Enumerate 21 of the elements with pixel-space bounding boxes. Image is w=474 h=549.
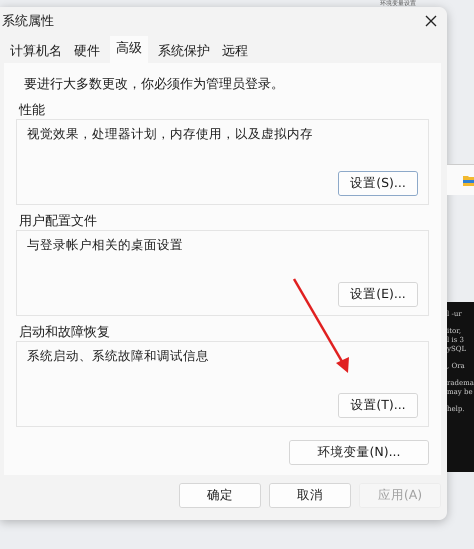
window-title: 系统属性	[2, 13, 54, 30]
tab[interactable]: 高级	[110, 36, 148, 63]
settings-button[interactable]: 设置(T)...	[338, 393, 418, 418]
folder-icon	[463, 174, 474, 186]
group-title: 启动和故障恢复	[19, 324, 111, 341]
group-description: 系统启动、系统故障和调试信息	[27, 348, 210, 365]
dialog-button[interactable]: 取消	[269, 483, 351, 508]
settings-button[interactable]: 设置(E)...	[338, 282, 418, 307]
dialog-button[interactable]: 确定	[179, 483, 261, 508]
tab[interactable]: 系统保护	[152, 39, 216, 63]
admin-notice: 要进行大多数更改，你必须作为管理员登录。	[24, 76, 285, 93]
group-description: 与登录帐户相关的桌面设置	[27, 237, 184, 254]
group-title: 性能	[19, 102, 46, 119]
tab[interactable]: 硬件	[68, 39, 106, 63]
group-description: 视觉效果，处理器计划，内存使用，以及虚拟内存	[27, 126, 314, 143]
close-icon[interactable]	[425, 15, 437, 27]
group-title: 用户配置文件	[19, 213, 98, 230]
tab[interactable]: 远程	[216, 39, 254, 63]
environment-variables-button[interactable]: 环境变量(N)...	[289, 440, 429, 465]
settings-button[interactable]: 设置(S)...	[338, 171, 418, 196]
tab[interactable]: 计算机名	[4, 39, 68, 63]
